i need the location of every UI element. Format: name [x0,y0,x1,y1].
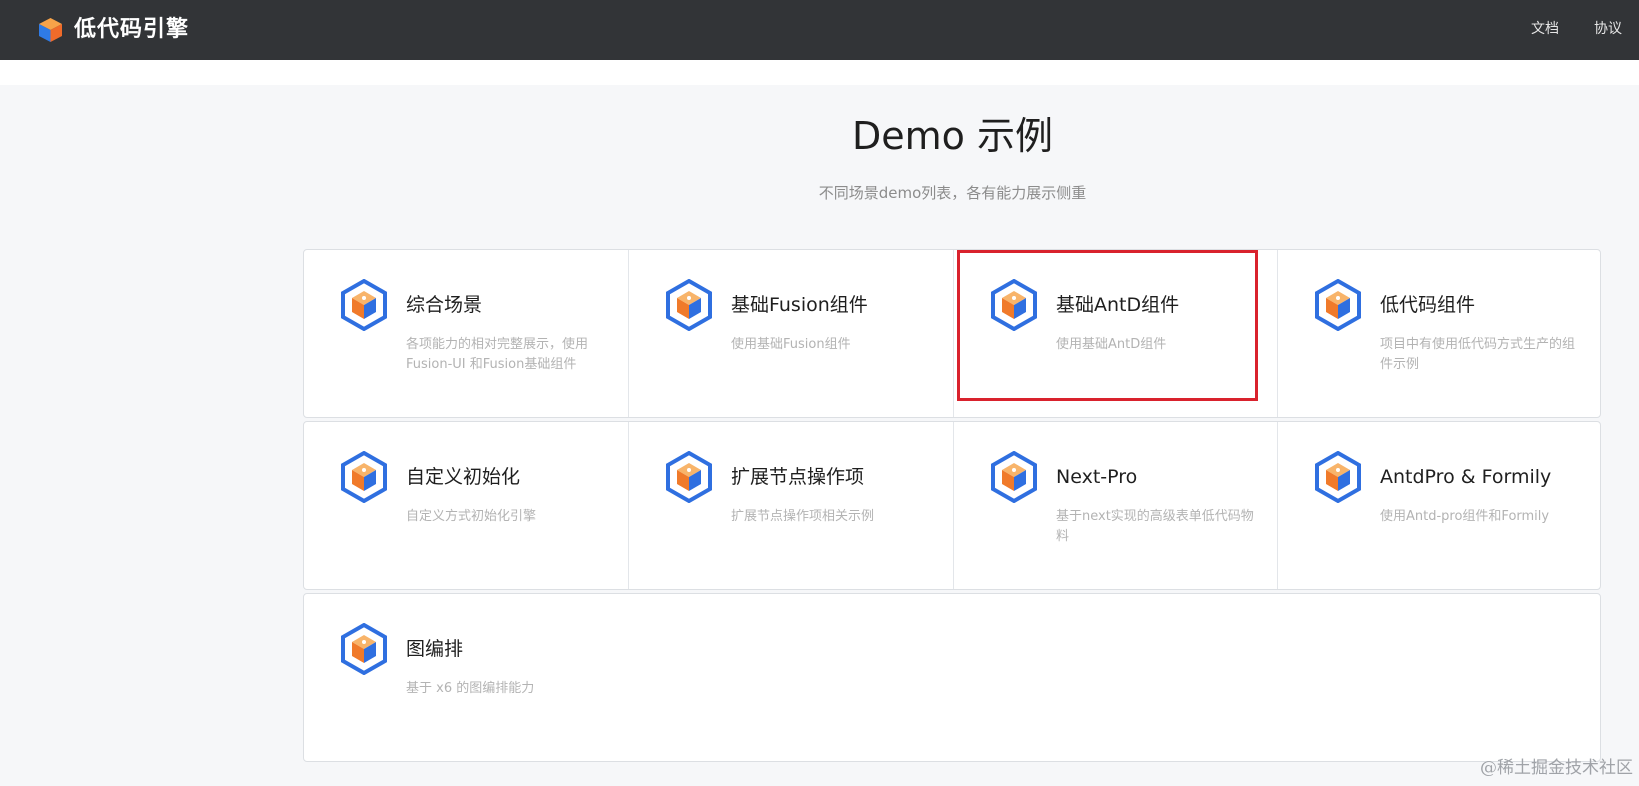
cube-icon [666,451,712,503]
demo-row-2: 自定义初始化 自定义方式初始化引擎 扩展节点操作项 扩展节点操作项相关示例 Ne… [303,421,1601,590]
demo-card-comprehensive[interactable]: 综合场景 各项能力的相对完整展示，使用Fusion-UI 和Fusion基础组件 [304,250,628,417]
cube-icon [341,623,387,675]
page-subtitle: 不同场景demo列表，各有能力展示侧重 [818,184,1087,202]
card-title: 基础Fusion组件 [731,294,868,316]
card-description: 使用Antd-pro组件和Formily [1380,509,1550,524]
page-title: Demo 示例 [852,114,1053,158]
demo-card-next-pro[interactable]: Next-Pro 基于next实现的高级表单低代码物料 [953,422,1277,589]
nav-docs-link[interactable]: 文档 [1531,19,1559,39]
card-description: 基于next实现的高级表单低代码物料 [1056,509,1254,544]
demo-row-3: 图编排 基于 x6 的图编排能力 [303,593,1601,762]
card-title: AntdPro & Formily [1380,466,1552,488]
demo-card-lowcode-components[interactable]: 低代码组件 项目中有使用低代码方式生产的组件示例 [1277,250,1601,417]
demo-card-node-actions[interactable]: 扩展节点操作项 扩展节点操作项相关示例 [628,422,952,589]
demo-card-graph-orchestration[interactable]: 图编排 基于 x6 的图编排能力 [304,594,628,761]
cube-icon [1315,279,1361,331]
card-title: 图编排 [406,638,464,660]
card-description: 扩展节点操作项相关示例 [731,509,875,524]
highlight-box [957,250,1258,401]
demo-card-antdpro-formily[interactable]: AntdPro & Formily 使用Antd-pro组件和Formily [1277,422,1601,589]
header-spacer [0,60,1639,85]
card-title: 扩展节点操作项 [731,466,865,488]
cube-icon [341,451,387,503]
logo-icon[interactable] [38,17,63,43]
watermark: @稀土掘金技术社区 [1480,758,1633,778]
top-navbar: 低代码引擎 文档 协议 [0,0,1639,60]
card-title: 低代码组件 [1380,294,1476,316]
card-description: 各项能力的相对完整展示，使用Fusion-UI 和Fusion基础组件 [406,337,589,372]
card-description: 项目中有使用低代码方式生产的组件示例 [1380,337,1576,372]
card-description: 基于 x6 的图编排能力 [406,681,535,696]
cube-icon [341,279,387,331]
cube-icon [991,451,1037,503]
card-title: Next-Pro [1056,466,1138,488]
card-title: 综合场景 [406,294,483,316]
cube-icon [666,279,712,331]
card-description: 自定义方式初始化引擎 [406,509,537,524]
card-description: 使用基础Fusion组件 [731,337,851,352]
demo-card-fusion[interactable]: 基础Fusion组件 使用基础Fusion组件 [628,250,952,417]
nav-protocol-link[interactable]: 协议 [1594,19,1622,39]
demo-row-1: 综合场景 各项能力的相对完整展示，使用Fusion-UI 和Fusion基础组件… [303,249,1601,418]
demo-card-custom-init[interactable]: 自定义初始化 自定义方式初始化引擎 [304,422,628,589]
brand-name[interactable]: 低代码引擎 [74,14,189,46]
cube-icon [1315,451,1361,503]
card-title: 自定义初始化 [406,466,521,488]
